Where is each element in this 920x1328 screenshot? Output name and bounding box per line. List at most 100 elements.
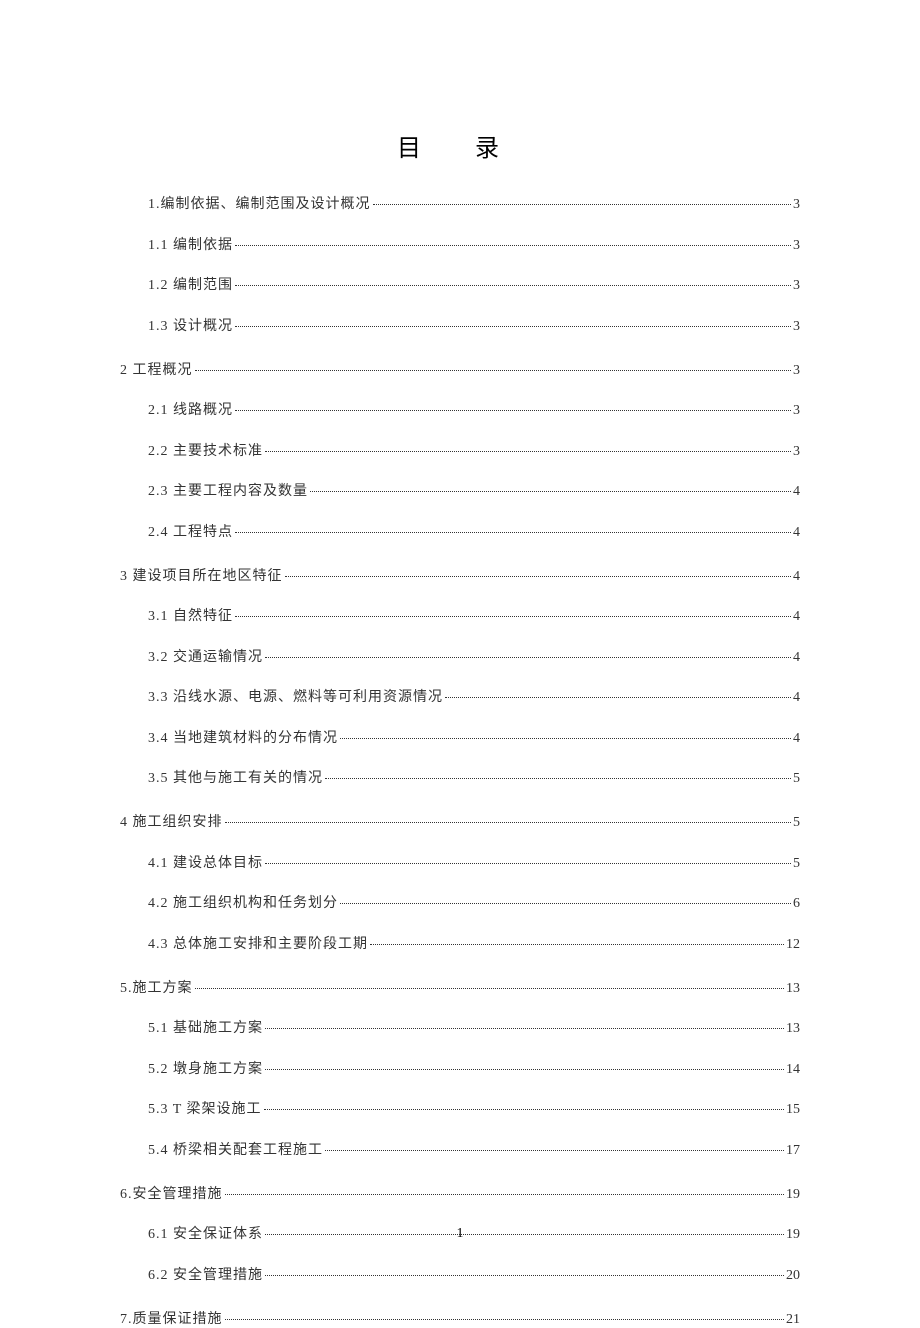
toc-entry-label: 3.5 其他与施工有关的情况 <box>148 767 323 787</box>
toc-entry-page: 4 <box>793 650 800 666</box>
toc-leader-dots <box>265 1275 784 1276</box>
toc-leader-dots <box>264 1109 784 1110</box>
toc-entry-page: 3 <box>793 238 800 254</box>
toc-entry[interactable]: 4.1 建设总体目标 5 <box>148 852 800 872</box>
toc-entry[interactable]: 1.1 编制依据 3 <box>148 234 800 254</box>
toc-entry-page: 3 <box>793 444 800 460</box>
toc-entry[interactable]: 2.3 主要工程内容及数量 4 <box>148 480 800 500</box>
toc-entry-label: 2.1 线路概况 <box>148 399 233 419</box>
toc-entry-page: 12 <box>786 937 800 953</box>
toc-leader-dots <box>235 616 791 617</box>
toc-entry-label: 5.施工方案 <box>120 977 193 997</box>
toc-entry-label: 2.2 主要技术标准 <box>148 440 263 460</box>
toc-entry-label: 1.2 编制范围 <box>148 274 233 294</box>
toc-entry-page: 5 <box>793 815 800 831</box>
toc-entry-label: 4 施工组织安排 <box>120 811 223 831</box>
toc-entry-page: 14 <box>786 1062 800 1078</box>
toc-entry-page: 4 <box>793 609 800 625</box>
toc-entry[interactable]: 4.3 总体施工安排和主要阶段工期 12 <box>148 933 800 953</box>
toc-entry[interactable]: 5.2 墩身施工方案 14 <box>148 1058 800 1078</box>
toc-entry-page: 17 <box>786 1143 800 1159</box>
toc-entry-page: 3 <box>793 278 800 294</box>
toc-leader-dots <box>235 326 791 327</box>
toc-entry-label: 4.1 建设总体目标 <box>148 852 263 872</box>
toc-entry-label: 5.3 T 梁架设施工 <box>148 1098 262 1118</box>
toc-leader-dots <box>195 988 785 989</box>
page-number: 1 <box>0 1226 920 1242</box>
toc-entry[interactable]: 7.质量保证措施 21 <box>120 1308 800 1328</box>
toc-leader-dots <box>225 1194 785 1195</box>
toc-entry-page: 4 <box>793 484 800 500</box>
toc-entry-label: 3.3 沿线水源、电源、燃料等可利用资源情况 <box>148 686 443 706</box>
toc-leader-dots <box>285 576 792 577</box>
toc-entry-page: 13 <box>786 981 800 997</box>
toc-entry[interactable]: 3.2 交通运输情况4 <box>148 646 800 666</box>
toc-entry-label: 1.编制依据、编制范围及设计概况 <box>148 193 371 213</box>
toc-entry-label: 2.4 工程特点 <box>148 521 233 541</box>
toc-entry[interactable]: 6.2 安全管理措施20 <box>148 1264 800 1284</box>
toc-entry[interactable]: 1.3 设计概况 3 <box>148 315 800 335</box>
toc-leader-dots <box>235 245 791 246</box>
toc-leader-dots <box>235 410 791 411</box>
toc-entry[interactable]: 2.4 工程特点4 <box>148 521 800 541</box>
toc-entry-page: 4 <box>793 569 800 585</box>
toc-entry-label: 4.2 施工组织机构和任务划分 <box>148 892 338 912</box>
toc-entry[interactable]: 3 建设项目所在地区特征4 <box>120 565 800 585</box>
toc-entry-page: 4 <box>793 731 800 747</box>
toc-leader-dots <box>265 451 791 452</box>
toc-entry[interactable]: 3.4 当地建筑材料的分布情况 4 <box>148 727 800 747</box>
toc-entry-label: 6.安全管理措施 <box>120 1183 223 1203</box>
toc-entry-label: 3.4 当地建筑材料的分布情况 <box>148 727 338 747</box>
toc-entry[interactable]: 1.2 编制范围 3 <box>148 274 800 294</box>
toc-leader-dots <box>265 863 791 864</box>
toc-entry[interactable]: 5.4 桥梁相关配套工程施工 17 <box>148 1139 800 1159</box>
toc-entry-label: 5.1 基础施工方案 <box>148 1017 263 1037</box>
toc-entry[interactable]: 3.5 其他与施工有关的情况 5 <box>148 767 800 787</box>
toc-entry-page: 5 <box>793 771 800 787</box>
toc-entry[interactable]: 5.3 T 梁架设施工 15 <box>148 1098 800 1118</box>
toc-leader-dots <box>195 370 792 371</box>
toc-entry-label: 1.3 设计概况 <box>148 315 233 335</box>
toc-leader-dots <box>265 1028 784 1029</box>
toc-entry-label: 4.3 总体施工安排和主要阶段工期 <box>148 933 368 953</box>
toc-entry[interactable]: 2 工程概况 3 <box>120 359 800 379</box>
toc-entry[interactable]: 4.2 施工组织机构和任务划分 6 <box>148 892 800 912</box>
toc-entry[interactable]: 4 施工组织安排 5 <box>120 811 800 831</box>
toc-leader-dots <box>310 491 791 492</box>
toc-entry[interactable]: 6.安全管理措施19 <box>120 1183 800 1203</box>
toc-entry-label: 5.2 墩身施工方案 <box>148 1058 263 1078</box>
toc-entry[interactable]: 2.2 主要技术标准 3 <box>148 440 800 460</box>
toc-entry[interactable]: 5.施工方案 13 <box>120 977 800 997</box>
toc-leader-dots <box>325 778 791 779</box>
toc-entry-label: 7.质量保证措施 <box>120 1308 223 1328</box>
toc-leader-dots <box>340 903 791 904</box>
toc-leader-dots <box>235 285 791 286</box>
toc-leader-dots <box>340 738 791 739</box>
table-of-contents: 1.编制依据、编制范围及设计概况31.1 编制依据31.2 编制范围31.3 设… <box>120 193 800 1328</box>
toc-entry-label: 2.3 主要工程内容及数量 <box>148 480 308 500</box>
toc-entry[interactable]: 5.1 基础施工方案 13 <box>148 1017 800 1037</box>
toc-entry-page: 3 <box>793 403 800 419</box>
toc-leader-dots <box>325 1150 784 1151</box>
toc-entry-page: 3 <box>793 319 800 335</box>
toc-entry-page: 3 <box>793 363 800 379</box>
toc-leader-dots <box>235 532 791 533</box>
toc-entry-page: 6 <box>793 896 800 912</box>
toc-entry-page: 13 <box>786 1021 800 1037</box>
toc-entry-page: 15 <box>786 1102 800 1118</box>
toc-entry[interactable]: 3.1 自然特征 4 <box>148 605 800 625</box>
toc-leader-dots <box>373 204 792 205</box>
toc-entry-label: 5.4 桥梁相关配套工程施工 <box>148 1139 323 1159</box>
toc-entry-page: 3 <box>793 197 800 213</box>
toc-entry-page: 21 <box>786 1312 800 1328</box>
toc-leader-dots <box>370 944 784 945</box>
toc-entry-page: 5 <box>793 856 800 872</box>
toc-entry-page: 20 <box>786 1268 800 1284</box>
toc-leader-dots <box>225 822 792 823</box>
toc-entry-label: 1.1 编制依据 <box>148 234 233 254</box>
toc-entry[interactable]: 1.编制依据、编制范围及设计概况 3 <box>148 193 800 213</box>
toc-entry-label: 3.1 自然特征 <box>148 605 233 625</box>
toc-entry[interactable]: 2.1 线路概况 3 <box>148 399 800 419</box>
toc-entry-label: 2 工程概况 <box>120 359 193 379</box>
toc-entry[interactable]: 3.3 沿线水源、电源、燃料等可利用资源情况4 <box>148 686 800 706</box>
